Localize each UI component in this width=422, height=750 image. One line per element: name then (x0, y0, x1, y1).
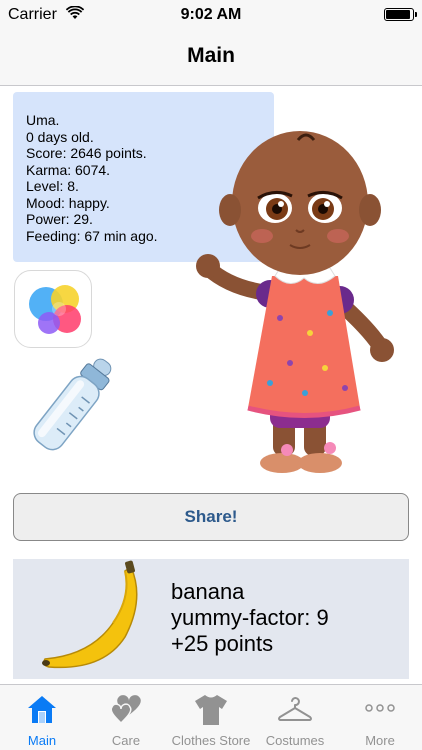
food-name: banana (171, 579, 245, 604)
tab-more[interactable]: More (338, 685, 422, 750)
food-yummy-factor: yummy-factor: 9 (171, 605, 329, 630)
food-details: banana yummy-factor: 9 +25 points (171, 579, 329, 657)
banana-icon (42, 560, 138, 669)
game-center-icon (29, 285, 81, 334)
game-center-button[interactable] (14, 270, 92, 348)
shirt-icon (195, 695, 227, 725)
battery-icon (384, 8, 417, 21)
food-card[interactable]: banana yummy-factor: 9 +25 points (13, 559, 409, 679)
tab-main[interactable]: Main (0, 685, 84, 750)
more-dots-icon (365, 704, 395, 712)
status-bar: Carrier 9:02 AM (0, 0, 422, 30)
share-button[interactable]: Share! (13, 493, 409, 541)
baby-bottle-button[interactable] (24, 350, 124, 470)
food-points: +25 points (171, 631, 274, 656)
tab-costumes[interactable]: Costumes (253, 685, 337, 750)
page-title: Main (187, 44, 235, 67)
baby-character[interactable] (190, 118, 405, 490)
house-icon (28, 696, 56, 723)
tab-bar: Main Care Clothes Store Costumes More (0, 684, 422, 750)
clock-time: 9:02 AM (180, 6, 242, 23)
navigation-bar: Main (0, 30, 422, 86)
hearts-icon (110, 695, 141, 725)
tab-care[interactable]: Care (84, 685, 168, 750)
tab-clothes-store[interactable]: Clothes Store (169, 685, 253, 750)
tab-more-label: More (365, 733, 395, 748)
hanger-icon (278, 697, 312, 721)
